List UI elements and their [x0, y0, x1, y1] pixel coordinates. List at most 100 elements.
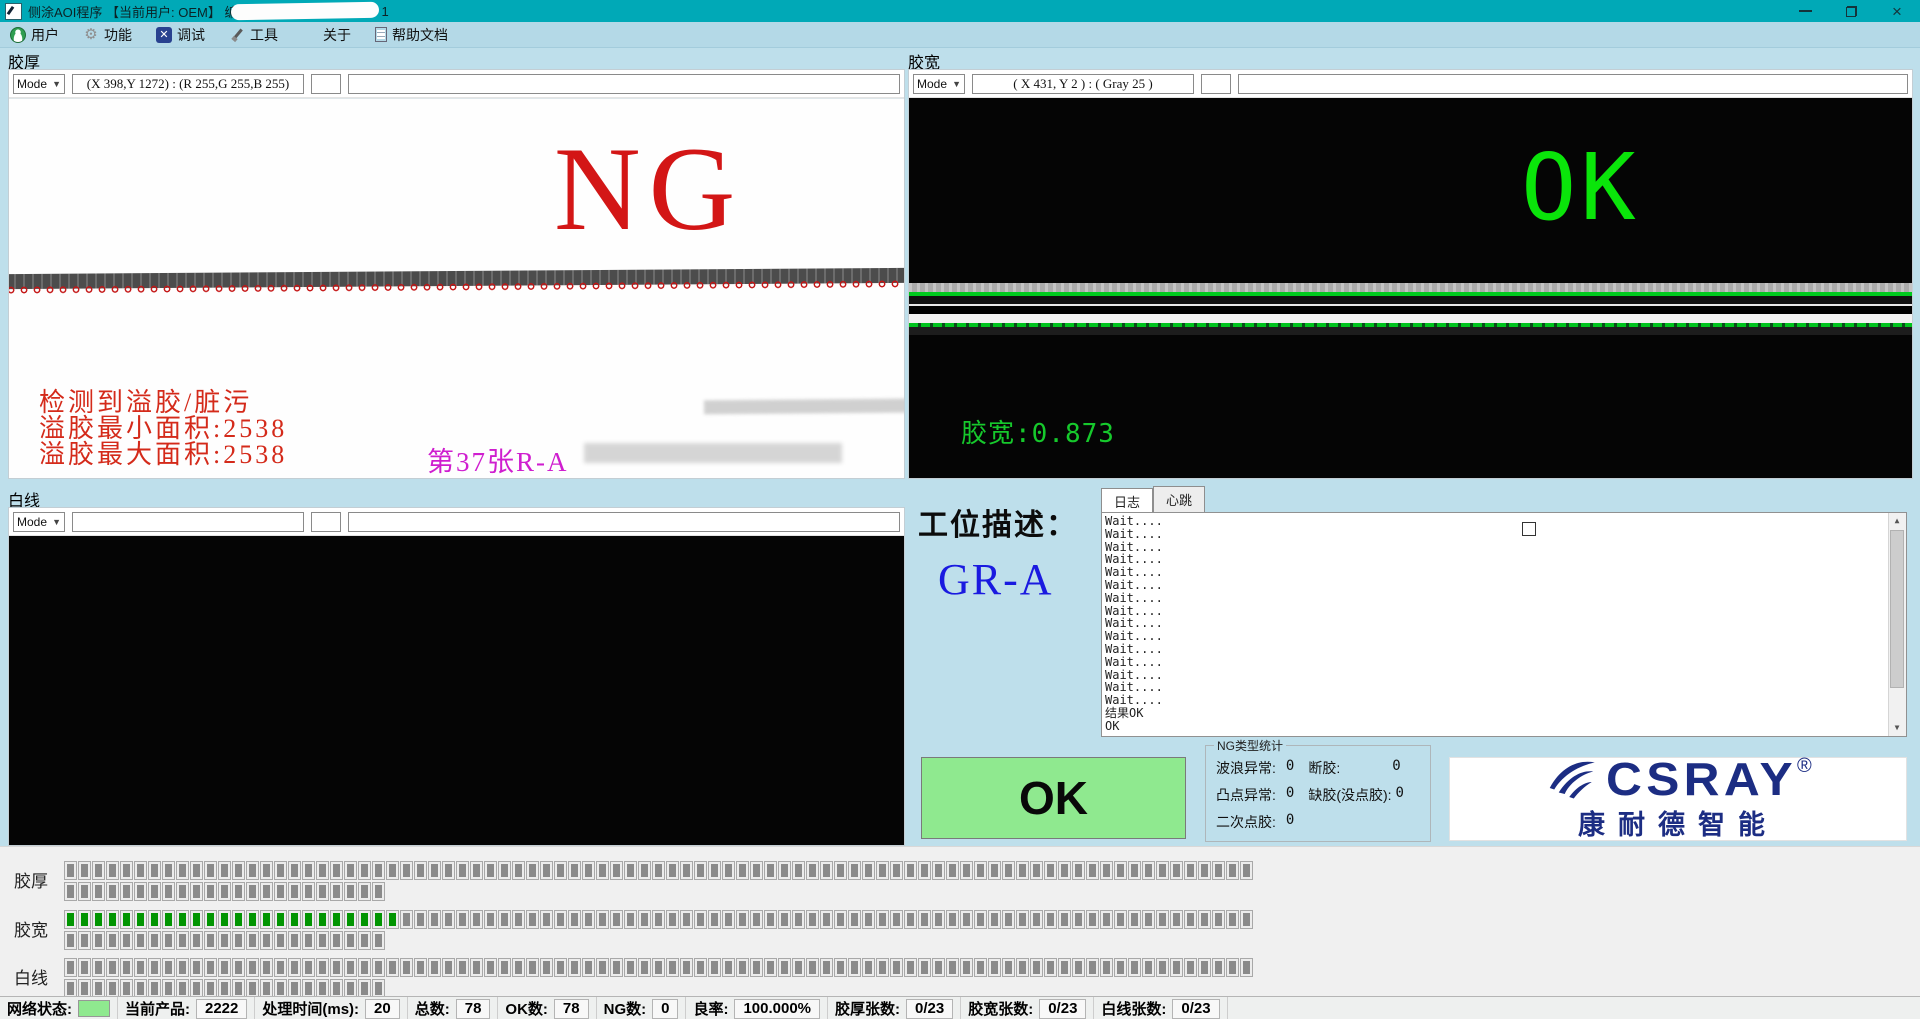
log-line: Wait....: [1105, 528, 1906, 541]
glue-thickness-mode-select[interactable]: Mode ▼: [13, 74, 65, 94]
progress-cell: [526, 958, 539, 977]
progress-cell: [1114, 861, 1127, 880]
progress-cell: [1142, 958, 1155, 977]
progress-cell: [316, 958, 329, 977]
progress-cell: [806, 910, 819, 929]
menu-item-label: 关于: [323, 25, 351, 45]
glue-thickness-info-field[interactable]: [348, 74, 900, 94]
menu-item-tools[interactable]: 工具: [229, 22, 278, 47]
scroll-down-icon[interactable]: ▼: [1889, 720, 1905, 736]
progress-cell: [232, 861, 245, 880]
white-line-aux-field[interactable]: [311, 512, 341, 532]
panel-white-line-title: 白线: [8, 487, 905, 507]
glue-thickness-aux-field[interactable]: [311, 74, 341, 94]
progress-cell: [78, 861, 91, 880]
restore-button[interactable]: [1828, 0, 1874, 22]
glue-width-coord-readout: ( X 431, Y 2 ) : ( Gray 25 ): [972, 74, 1194, 94]
menu-item-label: 功能: [104, 25, 132, 45]
progress-cell: [106, 861, 119, 880]
progress-cell: [1128, 958, 1141, 977]
status-value: 0: [652, 999, 678, 1019]
progress-cell: [708, 910, 721, 929]
brand-name: CSRAY: [1606, 756, 1797, 802]
log-checkbox[interactable]: [1522, 522, 1536, 536]
chevron-down-icon: ▼: [52, 517, 61, 527]
ng-stat-row: 断胶:0: [1308, 758, 1404, 778]
progress-cell: [176, 910, 189, 929]
status-label: 当前产品:: [125, 998, 190, 1019]
progress-cell: [78, 910, 91, 929]
progress-cell: [904, 910, 917, 929]
progress-cell: [820, 910, 833, 929]
progress-cell: [484, 910, 497, 929]
progress-cell: [540, 910, 553, 929]
progress-cell: [64, 861, 77, 880]
progress-cell: [120, 931, 133, 950]
glue-width-aux-field[interactable]: [1201, 74, 1231, 94]
progress-cell: [246, 882, 259, 901]
progress-cell: [848, 910, 861, 929]
minimize-icon: [1799, 10, 1812, 12]
progress-cell: [960, 910, 973, 929]
menu-item-help[interactable]: 帮助文档: [375, 22, 448, 47]
progress-cell: [148, 958, 161, 977]
progress-cell: [442, 861, 455, 880]
tab-heartbeat[interactable]: 心跳: [1153, 486, 1205, 512]
progress-cell: [638, 910, 651, 929]
progress-cell: [274, 931, 287, 950]
chevron-down-icon: ▼: [52, 79, 61, 89]
progress-cell: [428, 958, 441, 977]
progress-cell: [1086, 910, 1099, 929]
progress-cell: [820, 958, 833, 977]
log-scrollbar[interactable]: ▲ ▼: [1888, 513, 1906, 736]
progress-cell: [1058, 861, 1071, 880]
scrollbar-thumb[interactable]: [1890, 530, 1904, 688]
tab-log[interactable]: 日志: [1101, 488, 1153, 512]
panel-glue-thickness: 胶厚 Mode ▼ (X 398,Y 1272) : (R 255,G 255,…: [8, 49, 905, 479]
progress-cell: [1170, 910, 1183, 929]
menu-item-debug[interactable]: ✕调试: [156, 22, 205, 47]
white-line-mode-select[interactable]: Mode ▼: [13, 512, 65, 532]
progress-cell: [1156, 958, 1169, 977]
progress-cell: [722, 958, 735, 977]
status-value: 0/23: [1039, 999, 1086, 1019]
progress-cell: [1128, 861, 1141, 880]
progress-cell: [162, 958, 175, 977]
close-button[interactable]: ×: [1874, 0, 1920, 22]
progress-cell: [526, 861, 539, 880]
progress-cell: [232, 958, 245, 977]
glue-width-info-field[interactable]: [1238, 74, 1908, 94]
app-window: 侧涂AOI程序 【当前用户: OEM】 编 1 × 用户⚙功能✕调试工具关于帮助…: [0, 0, 1920, 1019]
status-value: 100.000%: [734, 999, 820, 1019]
progress-cell: [316, 910, 329, 929]
defect-messages: 检测到溢胶/脏污 溢胶最小面积:2538 溢胶最大面积:2538: [39, 390, 287, 468]
minimize-button[interactable]: [1782, 0, 1828, 22]
progress-cell: [750, 958, 763, 977]
status-segment: 胶宽张数:0/23: [961, 997, 1094, 1019]
progress-cell: [1030, 861, 1043, 880]
menu-item-user[interactable]: 用户: [10, 22, 59, 47]
log-list[interactable]: Wait....Wait....Wait....Wait....Wait....…: [1101, 512, 1907, 737]
menu-item-about[interactable]: 关于: [302, 22, 351, 47]
progress-cell: [78, 958, 91, 977]
progress-cell: [1058, 910, 1071, 929]
scroll-up-icon[interactable]: ▲: [1889, 513, 1905, 529]
progress-cell: [792, 910, 805, 929]
status-value: 2222: [196, 999, 247, 1019]
progress-cell: [596, 910, 609, 929]
status-bar: 网络状态:当前产品:2222处理时间(ms):20总数:78OK数:78NG数:…: [0, 996, 1920, 1019]
progress-cell: [680, 910, 693, 929]
progress-cell: [694, 958, 707, 977]
progress-row: [64, 861, 1253, 880]
status-segment: 总数:78: [408, 997, 499, 1019]
status-segment: 处理时间(ms):20: [255, 997, 407, 1019]
progress-cell: [792, 958, 805, 977]
log-line: Wait....: [1105, 643, 1906, 656]
white-line-info-field[interactable]: [348, 512, 900, 532]
progress-cell: [1002, 958, 1015, 977]
progress-row: [64, 910, 1253, 929]
menu-item-gear[interactable]: ⚙功能: [83, 22, 132, 47]
glue-width-mode-select[interactable]: Mode ▼: [913, 74, 965, 94]
menu-bar: 用户 ⚙功能 ✕调试工具 关于 帮助文档: [0, 22, 1920, 48]
progress-cell: [806, 861, 819, 880]
